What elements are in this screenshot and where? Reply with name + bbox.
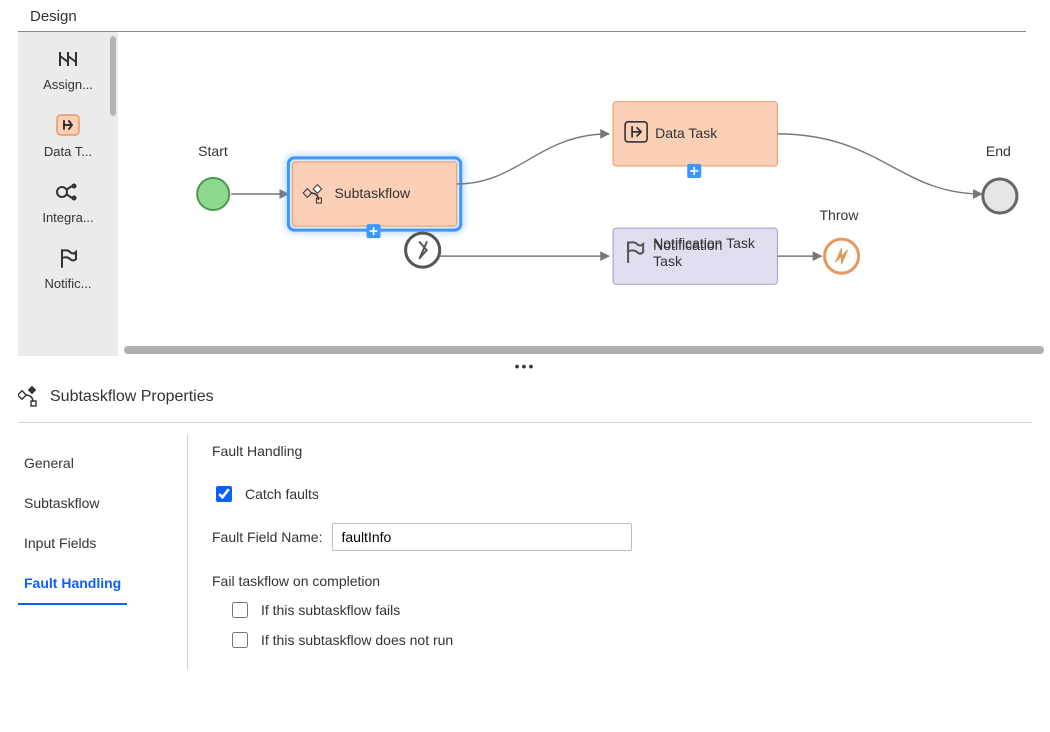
fail-if-not-run-label: If this subtaskflow does not run (261, 632, 453, 648)
palette-item-notification[interactable]: Notific... (18, 231, 118, 297)
svg-text:Task: Task (653, 253, 683, 269)
subtaskflow-node-label: Subtaskflow (334, 185, 410, 201)
catch-faults-checkbox[interactable] (216, 486, 232, 502)
tab-fault-handling[interactable]: Fault Handling (18, 563, 127, 605)
flag-icon (54, 245, 82, 271)
properties-tabs: General Subtaskflow Input Fields Fault H… (18, 435, 188, 669)
catch-faults-label: Catch faults (245, 486, 319, 502)
fail-if-not-run-checkbox[interactable] (232, 632, 248, 648)
fail-if-fails-label: If this subtaskflow fails (261, 602, 400, 618)
page-title: Design (0, 0, 1050, 31)
palette-label: Data T... (22, 144, 114, 159)
split-handle[interactable]: ••• (0, 356, 1050, 376)
design-area: Assign... Data T... Integra... Notific..… (0, 32, 1050, 356)
fail-if-fails-checkbox[interactable] (232, 602, 248, 618)
palette-item-integration[interactable]: Integra... (18, 165, 118, 231)
properties-body: General Subtaskflow Input Fields Fault H… (0, 423, 1050, 693)
edge-sub-data (457, 134, 609, 184)
subtaskflow-icon (18, 386, 40, 408)
properties-header: Subtaskflow Properties (0, 374, 1050, 416)
data-task-node-label: Data Task (655, 125, 718, 141)
palette-item-data-task[interactable]: Data T... (18, 98, 118, 165)
start-node[interactable] (197, 178, 229, 210)
integration-icon (54, 179, 82, 205)
tab-general[interactable]: General (18, 443, 187, 483)
data-task-icon (54, 112, 82, 138)
canvas[interactable]: Start Subtaskflow (118, 32, 1050, 356)
palette-label: Assign... (22, 77, 114, 92)
palette-label: Integra... (22, 210, 114, 225)
palette-scrollbar[interactable] (110, 36, 116, 116)
fail-section-label: Fail taskflow on completion (212, 573, 1032, 589)
palette-item-assignment[interactable]: Assign... (18, 32, 118, 98)
fault-field-name-label: Fault Field Name: (212, 529, 322, 545)
palette: Assign... Data T... Integra... Notific..… (18, 32, 118, 356)
tab-input-fields[interactable]: Input Fields (18, 523, 187, 563)
end-node[interactable] (983, 179, 1017, 213)
section-title: Fault Handling (212, 443, 1032, 459)
edge-data-end (777, 134, 981, 194)
start-label: Start (198, 143, 228, 159)
properties-title: Subtaskflow Properties (50, 388, 214, 406)
tab-subtaskflow[interactable]: Subtaskflow (18, 483, 187, 523)
palette-label: Notific... (22, 276, 114, 291)
canvas-scrollbar[interactable] (124, 346, 1044, 354)
fault-field-name-input[interactable] (332, 523, 632, 551)
throw-label: Throw (820, 207, 860, 223)
svg-text:Notification: Notification (653, 237, 722, 253)
fault-handling-panel: Fault Handling Catch faults Fault Field … (188, 435, 1032, 669)
end-label: End (986, 143, 1011, 159)
assignment-icon (54, 46, 82, 72)
